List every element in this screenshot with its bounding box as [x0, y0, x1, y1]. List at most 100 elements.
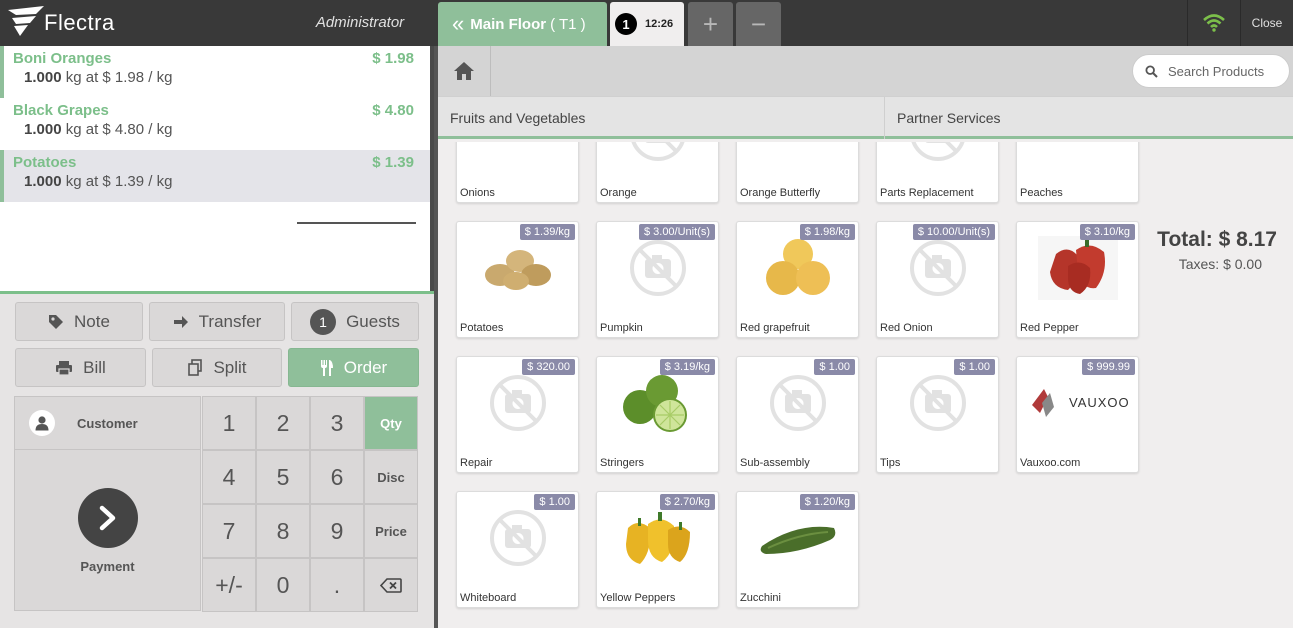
note-label: Note: [74, 311, 110, 331]
product-name: Red grapefruit: [740, 322, 810, 334]
orange-icon: [758, 142, 838, 167]
order-line-qty: 1.000: [24, 69, 62, 86]
floor-label: Main Floor: [470, 15, 547, 33]
category-partner-services[interactable]: Partner Services: [884, 97, 1293, 139]
numpad-key-3[interactable]: 3: [310, 396, 364, 450]
numpad: 1 2 3 Qty 4 5 6 Disc 7 8 9 Price +/- 0 .: [202, 396, 419, 612]
mode-disc-button[interactable]: Disc: [364, 450, 418, 504]
product-card[interactable]: $ 3.00/Unit(s) Pumpkin: [596, 221, 719, 338]
new-order-button[interactable]: +: [688, 2, 733, 46]
product-card[interactable]: $ 1.39/kg Potatoes: [456, 221, 579, 338]
floor-button[interactable]: « Main Floor ( T1 ): [438, 2, 607, 46]
bill-label: Bill: [83, 357, 106, 377]
wifi-icon[interactable]: [1187, 0, 1239, 46]
zucchini-icon: [758, 504, 838, 572]
search-input[interactable]: Search Products: [1132, 54, 1290, 88]
search-placeholder: Search Products: [1168, 63, 1265, 79]
product-card[interactable]: $ 3.19/kg Stringers: [596, 356, 719, 473]
category-fruits-and-vegetables[interactable]: Fruits and Vegetables: [438, 97, 884, 139]
order-line-selected[interactable]: Potatoes $ 1.39 1.000 kg at $ 1.39 / kg: [0, 150, 430, 202]
mode-qty-button[interactable]: Qty: [364, 396, 418, 450]
numpad-key-9[interactable]: 9: [310, 504, 364, 558]
product-grid: Onions Orange Orange Butterfly Parts Replac…: [438, 142, 1293, 628]
numpad-key-7[interactable]: 7: [202, 504, 256, 558]
close-button[interactable]: Close: [1240, 0, 1293, 46]
product-card[interactable]: Orange: [596, 142, 719, 203]
numpad-key-0[interactable]: 0: [256, 558, 310, 612]
customer-button[interactable]: Customer: [14, 396, 201, 450]
no-image-icon: [898, 234, 978, 302]
split-button[interactable]: Split: [152, 348, 282, 387]
order-line-unit: kg at $ 4.80 / kg: [65, 121, 173, 138]
numpad-key-dot[interactable]: .: [310, 558, 364, 612]
order-panel: Boni Oranges $ 1.98 1.000 kg at $ 1.98 /…: [0, 46, 432, 291]
transfer-button[interactable]: Transfer: [149, 302, 285, 341]
total-divider: [297, 222, 416, 224]
user-name[interactable]: Administrator: [300, 14, 420, 31]
order-line-info: 1.000 kg at $ 1.39 / kg: [24, 173, 416, 190]
no-image-icon: [898, 142, 978, 167]
product-card[interactable]: $ 320.00 Repair: [456, 356, 579, 473]
order-line[interactable]: Black Grapes $ 4.80 1.000 kg at $ 4.80 /…: [0, 98, 430, 150]
order-line-name: Potatoes: [13, 154, 77, 171]
product-card[interactable]: $ 2.70/kg Yellow Peppers: [596, 491, 719, 608]
guests-button[interactable]: 1 Guests: [291, 302, 419, 341]
numpad-key-5[interactable]: 5: [256, 450, 310, 504]
peach-icon: [1038, 142, 1118, 167]
numpad-key-4[interactable]: 4: [202, 450, 256, 504]
product-name: Pumpkin: [600, 322, 643, 334]
numpad-key-2[interactable]: 2: [256, 396, 310, 450]
product-card[interactable]: Onions: [456, 142, 579, 203]
category-bar: Fruits and Vegetables Partner Services: [438, 96, 1293, 139]
order-button[interactable]: Order: [288, 348, 419, 387]
product-price-tag: $ 3.10/kg: [1079, 224, 1135, 240]
order-line[interactable]: Boni Oranges $ 1.98 1.000 kg at $ 1.98 /…: [0, 46, 430, 98]
bill-button[interactable]: Bill: [15, 348, 146, 387]
order-line-price: $ 1.39: [372, 154, 414, 171]
product-card[interactable]: $ 1.98/kg Red grapefruit: [736, 221, 859, 338]
user-icon: [29, 410, 55, 436]
numpad-key-plus-minus[interactable]: +/-: [202, 558, 256, 612]
product-card[interactable]: VAUXOO $ 999.99 Vauxoo.com: [1016, 356, 1139, 473]
product-card[interactable]: $ 1.00 Tips: [876, 356, 999, 473]
product-card[interactable]: $ 1.00 Whiteboard: [456, 491, 579, 608]
order-line-unit: kg at $ 1.39 / kg: [65, 173, 173, 190]
product-price-tag: $ 1.98/kg: [799, 224, 855, 240]
arrow-right-icon: [173, 314, 189, 330]
home-button[interactable]: [438, 46, 491, 96]
numpad-key-1[interactable]: 1: [202, 396, 256, 450]
double-chevron-left-icon: «: [452, 11, 465, 36]
note-button[interactable]: Note: [15, 302, 143, 341]
delete-order-button[interactable]: −: [736, 2, 781, 46]
product-name: Onions: [460, 187, 495, 199]
numpad-key-6[interactable]: 6: [310, 450, 364, 504]
product-price-tag: $ 1.39/kg: [519, 224, 575, 240]
product-name: Red Pepper: [1020, 322, 1079, 334]
no-image-icon: [618, 234, 698, 302]
payment-button[interactable]: Payment: [14, 449, 201, 611]
product-card[interactable]: $ 10.00/Unit(s) Red Onion: [876, 221, 999, 338]
order-label: Order: [343, 357, 388, 377]
product-card[interactable]: $ 3.10/kg Red Pepper: [1016, 221, 1139, 338]
product-card[interactable]: Parts Replacement: [876, 142, 999, 203]
chevron-right-icon: [78, 488, 138, 548]
search-icon: [1145, 64, 1158, 78]
product-price-tag: $ 1.00: [954, 359, 995, 375]
numpad-key-8[interactable]: 8: [256, 504, 310, 558]
product-name: Sub-assembly: [740, 457, 810, 469]
guests-count: 1: [310, 308, 337, 335]
product-card[interactable]: Orange Butterfly: [736, 142, 859, 203]
order-tab[interactable]: 1 12:26: [610, 2, 684, 46]
product-card[interactable]: $ 1.00 Sub-assembly: [736, 356, 859, 473]
product-price-tag: $ 2.70/kg: [659, 494, 715, 510]
transfer-label: Transfer: [198, 311, 262, 331]
product-name: Peaches: [1020, 187, 1063, 199]
product-card[interactable]: Peaches: [1016, 142, 1139, 203]
mode-price-button[interactable]: Price: [364, 504, 418, 558]
backspace-button[interactable]: [364, 558, 418, 612]
red-pepper-icon: [1038, 234, 1118, 302]
product-name: Potatoes: [460, 322, 504, 334]
logo-text: Flectra: [44, 10, 115, 35]
product-card[interactable]: $ 1.20/kg Zucchini: [736, 491, 859, 608]
product-price-tag: $ 999.99: [1082, 359, 1135, 375]
